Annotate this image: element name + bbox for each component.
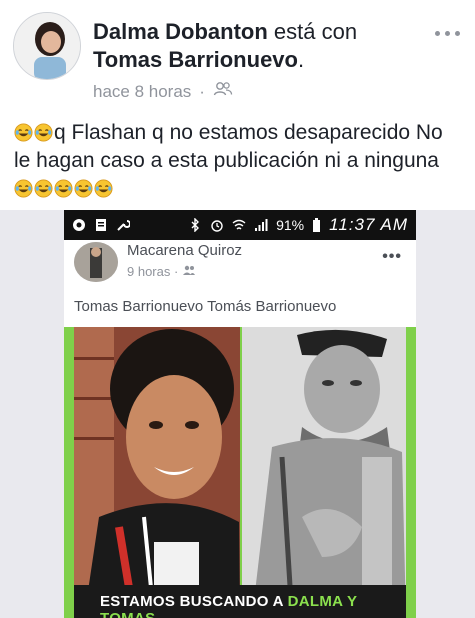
post-message: q Flashan q no estamos desaparecido No l…	[14, 121, 443, 172]
status-right-icons: 91% 11:37 AM	[188, 215, 408, 235]
friends-icon	[213, 81, 233, 102]
inner-post-meta: 9 horas ·	[127, 264, 196, 279]
post-meta: hace 8 horas ·	[93, 81, 233, 102]
battery-percent: 91%	[276, 217, 305, 233]
laughing-tears-emoji	[14, 178, 33, 198]
inner-author-avatar	[74, 242, 118, 282]
alarm-icon	[211, 220, 223, 232]
laughing-tears-emoji	[54, 178, 73, 198]
inner-separator: ·	[174, 264, 179, 279]
meta-separator: ·	[199, 81, 205, 101]
inner-more-dots-icon: •••	[382, 248, 402, 265]
laughing-tears-emoji	[94, 178, 113, 198]
status-time: 11:37 AM	[329, 215, 408, 234]
poster-caption: ESTAMOS BUSCANDO A DALMA Y TOMAS	[74, 585, 406, 618]
signal-icon	[255, 219, 268, 231]
more-dots-icon[interactable]	[435, 27, 465, 39]
wifi-icon	[232, 219, 246, 230]
post-header: Dalma Dobanton está con Tomas Barrionuev…	[0, 0, 475, 105]
wrench-icon	[117, 220, 130, 231]
laughing-tears-emoji	[74, 178, 93, 198]
inner-friends-icon	[182, 265, 195, 275]
attached-photo[interactable]: 91% 11:37 AM Macarena Quiroz 9 horas · •…	[0, 210, 475, 618]
laughing-tears-emoji	[14, 122, 33, 142]
poster-photo-dalma	[74, 327, 240, 618]
tagged-user-link[interactable]: Tomas Barrionuevo	[93, 47, 298, 72]
app-notification-icon	[73, 219, 85, 231]
battery-icon	[313, 217, 321, 232]
phone-status-bar: 91% 11:37 AM	[64, 210, 416, 240]
inner-post-text: Tomas Barrionuevo Tomás Barrionuevo	[74, 298, 337, 315]
period: .	[297, 47, 305, 72]
document-icon	[96, 219, 106, 231]
author-avatar[interactable]	[13, 12, 81, 80]
bluetooth-icon	[191, 218, 200, 232]
post-author-line: Dalma Dobanton está con Tomas Barrionuev…	[93, 18, 423, 74]
post-timestamp[interactable]: hace 8 horas	[93, 82, 191, 102]
inner-timestamp: 9 horas	[127, 264, 171, 279]
post-body-text: q Flashan q no estamos desaparecido No l…	[14, 119, 464, 203]
shared-post-card: Macarena Quiroz 9 horas · ••• Tomas Barr…	[64, 240, 416, 618]
laughing-tears-emoji	[34, 122, 53, 142]
inner-author-name: Macarena Quiroz	[127, 242, 243, 259]
laughing-tears-emoji	[34, 178, 53, 198]
status-left-icons	[72, 218, 130, 232]
author-name-link[interactable]: Dalma Dobanton	[93, 19, 268, 44]
poster-caption-prefix: ESTAMOS BUSCANDO A	[100, 593, 288, 610]
missing-poster: ESTAMOS BUSCANDO A DALMA Y TOMAS	[64, 327, 416, 618]
poster-photo-tomas	[242, 327, 406, 618]
with-connector: está con	[273, 19, 358, 44]
